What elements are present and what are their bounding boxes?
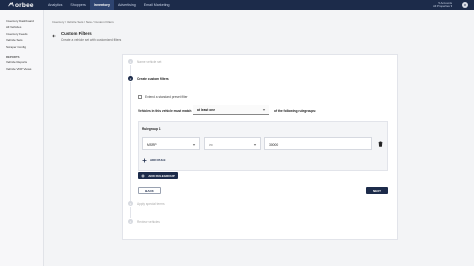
orbee-logo-icon <box>8 2 14 7</box>
step-4-label: Review vehicles <box>137 220 160 224</box>
page-title: Custom Filters <box>61 31 92 36</box>
rule-field-select[interactable]: MSRP <box>142 137 200 150</box>
extend-preset-label[interactable]: Extend a standard preset filter <box>145 95 188 99</box>
step-2-label: Create custom filters <box>137 77 169 81</box>
rulegroup-panel: Rulegroup 1 MSRP >= 30000 ADD RULE <box>138 121 388 171</box>
nav-email-marketing[interactable]: Email Marketing <box>140 0 174 10</box>
rulegroup-title: Rulegroup 1 <box>142 127 161 131</box>
orbee-logo[interactable]: orbee <box>8 1 34 9</box>
page-subtitle: Create a vehicle set with customized fil… <box>61 37 122 42</box>
chevron-down-icon <box>253 144 257 146</box>
account-switcher[interactable]: 5 Accounts All Properties ▾ <box>433 1 452 9</box>
nav-shoppers[interactable]: Shoppers <box>66 0 89 10</box>
step-2-indicator: 2 <box>128 76 133 81</box>
next-button[interactable]: NEXT <box>366 187 388 194</box>
match-mode-select[interactable]: at least one <box>193 105 269 115</box>
nav-advertising[interactable]: Advertising <box>114 0 140 10</box>
rule-field-value: MSRP <box>147 142 157 147</box>
breadcrumb[interactable]: Inventory / Vehicle Sets / New / Custom … <box>52 20 114 24</box>
rule-operator-select[interactable]: >= <box>204 137 261 150</box>
step-3-label: Apply special terms <box>137 202 165 206</box>
chevron-down-icon <box>262 109 266 111</box>
main-nav: Analytics Shoppers Inventory Advertising… <box>44 0 174 10</box>
step-connector <box>130 207 131 218</box>
avatar[interactable]: U <box>462 2 468 8</box>
rule-operator-value: >= <box>209 142 213 147</box>
match-suffix-text: of the following rulegroups: <box>274 108 317 113</box>
account-property: All Properties ▾ <box>433 3 452 8</box>
plus-icon <box>141 173 145 178</box>
add-rulegroup-button[interactable]: ADD RULEGROUP <box>138 172 178 179</box>
brand-name: orbee <box>15 1 34 9</box>
back-arrow-icon[interactable] <box>52 34 56 38</box>
back-button[interactable]: BACK <box>138 187 161 194</box>
add-rulegroup-label: ADD RULEGROUP <box>148 173 175 178</box>
add-rule-label: ADD RULE <box>150 158 166 162</box>
nav-inventory[interactable]: Inventory <box>89 0 114 10</box>
step-4-indicator: 4 <box>128 219 133 224</box>
nav-analytics[interactable]: Analytics <box>44 0 66 10</box>
sidebar-item-vehicle-vdp-views[interactable]: Vehicle VDP Views <box>0 66 43 73</box>
step-3-indicator: 3 <box>128 201 133 206</box>
step-connector <box>130 82 131 201</box>
step-1-label: Name vehicle set <box>137 60 162 64</box>
extend-preset-checkbox[interactable] <box>138 94 142 99</box>
trash-icon[interactable] <box>378 141 383 147</box>
chevron-down-icon <box>192 144 196 146</box>
sidebar-section-reports: REPORTS <box>6 54 20 59</box>
sidebar: Inventory Dashboard All Vehicles Invento… <box>0 10 44 266</box>
match-mode-value: at least one <box>197 108 216 113</box>
rule-value-text: 30000 <box>269 142 279 147</box>
top-navbar: orbee Analytics Shoppers Inventory Adver… <box>0 0 474 10</box>
add-rule-button[interactable]: ADD RULE <box>142 156 166 164</box>
match-prefix-text: Vehicles in this vehicle must match <box>138 108 192 113</box>
plus-icon <box>142 158 147 162</box>
step-1-indicator: 1 <box>128 59 133 64</box>
rule-value-input[interactable]: 30000 <box>264 137 372 150</box>
